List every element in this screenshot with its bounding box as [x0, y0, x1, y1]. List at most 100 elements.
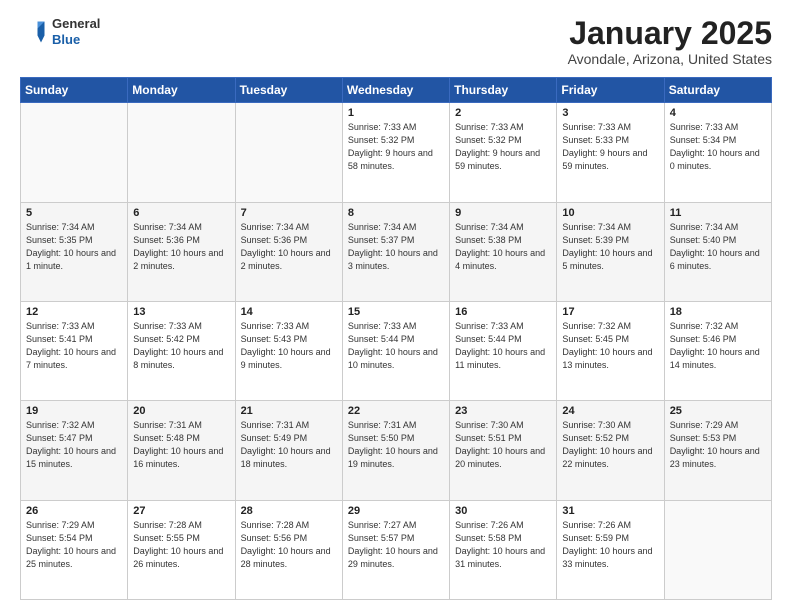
- day-info: Sunrise: 7:33 AM Sunset: 5:32 PM Dayligh…: [348, 121, 444, 173]
- day-number: 23: [455, 405, 551, 417]
- day-number: 21: [241, 405, 337, 417]
- day-info: Sunrise: 7:34 AM Sunset: 5:39 PM Dayligh…: [562, 221, 658, 273]
- day-number: 16: [455, 306, 551, 318]
- day-info: Sunrise: 7:34 AM Sunset: 5:36 PM Dayligh…: [241, 221, 337, 273]
- month-title: January 2025: [568, 16, 772, 51]
- day-number: 6: [133, 207, 229, 219]
- weekday-header-row: SundayMondayTuesdayWednesdayThursdayFrid…: [21, 78, 772, 103]
- day-number: 31: [562, 505, 658, 517]
- day-info: Sunrise: 7:34 AM Sunset: 5:40 PM Dayligh…: [670, 221, 766, 273]
- day-info: Sunrise: 7:33 AM Sunset: 5:42 PM Dayligh…: [133, 320, 229, 372]
- calendar-cell: 5 Sunrise: 7:34 AM Sunset: 5:35 PM Daylig…: [21, 202, 128, 301]
- location-label: Avondale, Arizona, United States: [568, 51, 772, 67]
- calendar-week-row: 1 Sunrise: 7:33 AM Sunset: 5:32 PM Daylig…: [21, 103, 772, 202]
- calendar-cell: 20 Sunrise: 7:31 AM Sunset: 5:48 PM Dayli…: [128, 401, 235, 500]
- calendar-cell: 9 Sunrise: 7:34 AM Sunset: 5:38 PM Daylig…: [450, 202, 557, 301]
- day-number: 26: [26, 505, 122, 517]
- calendar-cell: 30 Sunrise: 7:26 AM Sunset: 5:58 PM Dayli…: [450, 500, 557, 599]
- day-number: 5: [26, 207, 122, 219]
- calendar-cell: 24 Sunrise: 7:30 AM Sunset: 5:52 PM Dayli…: [557, 401, 664, 500]
- day-info: Sunrise: 7:33 AM Sunset: 5:34 PM Dayligh…: [670, 121, 766, 173]
- calendar-cell: 15 Sunrise: 7:33 AM Sunset: 5:44 PM Dayli…: [342, 301, 449, 400]
- day-number: 30: [455, 505, 551, 517]
- calendar-cell: 4Sunrise: 7:33 AM Sunset: 5:34 PM Daylig…: [664, 103, 771, 202]
- day-info: Sunrise: 7:28 AM Sunset: 5:55 PM Dayligh…: [133, 519, 229, 571]
- day-number: 29: [348, 505, 444, 517]
- calendar-cell: 27 Sunrise: 7:28 AM Sunset: 5:55 PM Dayli…: [128, 500, 235, 599]
- day-info: Sunrise: 7:33 AM Sunset: 5:41 PM Dayligh…: [26, 320, 122, 372]
- day-info: Sunrise: 7:34 AM Sunset: 5:35 PM Dayligh…: [26, 221, 122, 273]
- calendar-cell: 1 Sunrise: 7:33 AM Sunset: 5:32 PM Daylig…: [342, 103, 449, 202]
- day-info: Sunrise: 7:31 AM Sunset: 5:50 PM Dayligh…: [348, 419, 444, 471]
- day-info: Sunrise: 7:32 AM Sunset: 5:46 PM Dayligh…: [670, 320, 766, 372]
- calendar-cell: 7 Sunrise: 7:34 AM Sunset: 5:36 PM Daylig…: [235, 202, 342, 301]
- day-number: 8: [348, 207, 444, 219]
- day-number: 14: [241, 306, 337, 318]
- day-number: 2: [455, 107, 551, 119]
- day-number: 17: [562, 306, 658, 318]
- day-number: 1: [348, 107, 444, 119]
- calendar-cell: 17Sunrise: 7:32 AM Sunset: 5:45 PM Dayli…: [557, 301, 664, 400]
- calendar-cell: [21, 103, 128, 202]
- day-number: 10: [562, 207, 658, 219]
- calendar-week-row: 5 Sunrise: 7:34 AM Sunset: 5:35 PM Daylig…: [21, 202, 772, 301]
- day-info: Sunrise: 7:31 AM Sunset: 5:48 PM Dayligh…: [133, 419, 229, 471]
- weekday-header-tuesday: Tuesday: [235, 78, 342, 103]
- day-number: 18: [670, 306, 766, 318]
- calendar-cell: [664, 500, 771, 599]
- day-number: 22: [348, 405, 444, 417]
- weekday-header-sunday: Sunday: [21, 78, 128, 103]
- calendar-cell: 28Sunrise: 7:28 AM Sunset: 5:56 PM Dayli…: [235, 500, 342, 599]
- day-info: Sunrise: 7:28 AM Sunset: 5:56 PM Dayligh…: [241, 519, 337, 571]
- logo-blue-label: Blue: [52, 32, 100, 48]
- weekday-header-monday: Monday: [128, 78, 235, 103]
- weekday-header-wednesday: Wednesday: [342, 78, 449, 103]
- calendar-week-row: 26Sunrise: 7:29 AM Sunset: 5:54 PM Dayli…: [21, 500, 772, 599]
- day-info: Sunrise: 7:27 AM Sunset: 5:57 PM Dayligh…: [348, 519, 444, 571]
- day-info: Sunrise: 7:26 AM Sunset: 5:58 PM Dayligh…: [455, 519, 551, 571]
- calendar-cell: 14 Sunrise: 7:33 AM Sunset: 5:43 PM Dayli…: [235, 301, 342, 400]
- day-info: Sunrise: 7:34 AM Sunset: 5:36 PM Dayligh…: [133, 221, 229, 273]
- day-info: Sunrise: 7:32 AM Sunset: 5:47 PM Dayligh…: [26, 419, 122, 471]
- calendar-cell: 19Sunrise: 7:32 AM Sunset: 5:47 PM Dayli…: [21, 401, 128, 500]
- day-number: 13: [133, 306, 229, 318]
- day-info: Sunrise: 7:29 AM Sunset: 5:53 PM Dayligh…: [670, 419, 766, 471]
- day-number: 15: [348, 306, 444, 318]
- day-info: Sunrise: 7:33 AM Sunset: 5:43 PM Dayligh…: [241, 320, 337, 372]
- day-info: Sunrise: 7:34 AM Sunset: 5:38 PM Dayligh…: [455, 221, 551, 273]
- day-number: 12: [26, 306, 122, 318]
- day-number: 27: [133, 505, 229, 517]
- weekday-header-friday: Friday: [557, 78, 664, 103]
- calendar-cell: 3 Sunrise: 7:33 AM Sunset: 5:33 PM Daylig…: [557, 103, 664, 202]
- day-info: Sunrise: 7:31 AM Sunset: 5:49 PM Dayligh…: [241, 419, 337, 471]
- calendar-cell: 21 Sunrise: 7:31 AM Sunset: 5:49 PM Dayli…: [235, 401, 342, 500]
- calendar-week-row: 12 Sunrise: 7:33 AM Sunset: 5:41 PM Dayli…: [21, 301, 772, 400]
- title-area: January 2025 Avondale, Arizona, United S…: [568, 16, 772, 67]
- day-number: 20: [133, 405, 229, 417]
- calendar-cell: 29 Sunrise: 7:27 AM Sunset: 5:57 PM Dayli…: [342, 500, 449, 599]
- day-info: Sunrise: 7:33 AM Sunset: 5:44 PM Dayligh…: [348, 320, 444, 372]
- day-number: 7: [241, 207, 337, 219]
- day-info: Sunrise: 7:34 AM Sunset: 5:37 PM Dayligh…: [348, 221, 444, 273]
- weekday-header-saturday: Saturday: [664, 78, 771, 103]
- calendar-cell: 12 Sunrise: 7:33 AM Sunset: 5:41 PM Dayli…: [21, 301, 128, 400]
- calendar-cell: 16 Sunrise: 7:33 AM Sunset: 5:44 PM Dayli…: [450, 301, 557, 400]
- logo-text: General Blue: [52, 16, 100, 47]
- calendar-cell: 8 Sunrise: 7:34 AM Sunset: 5:37 PM Daylig…: [342, 202, 449, 301]
- day-info: Sunrise: 7:30 AM Sunset: 5:51 PM Dayligh…: [455, 419, 551, 471]
- day-info: Sunrise: 7:33 AM Sunset: 5:32 PM Dayligh…: [455, 121, 551, 173]
- calendar-cell: 11Sunrise: 7:34 AM Sunset: 5:40 PM Dayli…: [664, 202, 771, 301]
- calendar-cell: 26Sunrise: 7:29 AM Sunset: 5:54 PM Dayli…: [21, 500, 128, 599]
- calendar-cell: 31 Sunrise: 7:26 AM Sunset: 5:59 PM Dayli…: [557, 500, 664, 599]
- logo: General Blue: [20, 16, 100, 47]
- day-info: Sunrise: 7:33 AM Sunset: 5:44 PM Dayligh…: [455, 320, 551, 372]
- calendar-cell: [128, 103, 235, 202]
- day-number: 9: [455, 207, 551, 219]
- day-info: Sunrise: 7:33 AM Sunset: 5:33 PM Dayligh…: [562, 121, 658, 173]
- page-header: General Blue January 2025 Avondale, Ariz…: [20, 16, 772, 67]
- day-number: 24: [562, 405, 658, 417]
- day-number: 3: [562, 107, 658, 119]
- day-info: Sunrise: 7:26 AM Sunset: 5:59 PM Dayligh…: [562, 519, 658, 571]
- calendar-cell: 10 Sunrise: 7:34 AM Sunset: 5:39 PM Dayli…: [557, 202, 664, 301]
- day-info: Sunrise: 7:30 AM Sunset: 5:52 PM Dayligh…: [562, 419, 658, 471]
